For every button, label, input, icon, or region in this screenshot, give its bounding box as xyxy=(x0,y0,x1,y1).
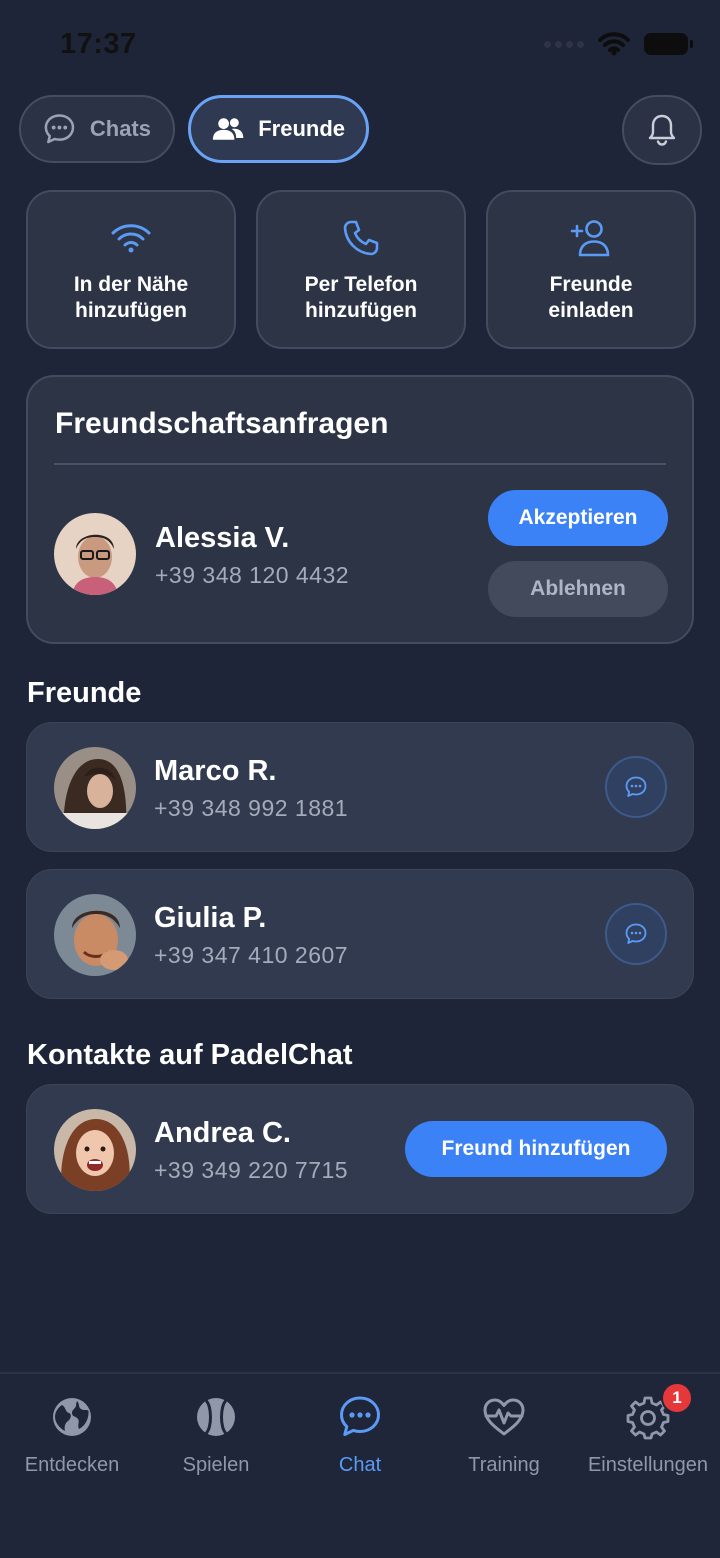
request-name: Alessia V. xyxy=(155,522,290,554)
contacts-heading: Kontakte auf PadelChat xyxy=(27,1039,353,1071)
nav-entdecken[interactable]: Entdecken xyxy=(0,1392,144,1477)
friend-row[interactable]: Marco R. +39 348 992 1881 xyxy=(26,722,694,852)
add-nearby-button[interactable]: In der Nähe hinzufügen xyxy=(26,190,236,349)
invite-friends-button[interactable]: Freunde einladen xyxy=(486,190,696,349)
wifi-status-icon xyxy=(598,32,630,56)
people-icon xyxy=(212,118,244,140)
status-time: 17:37 xyxy=(60,28,137,60)
nav-training[interactable]: Training xyxy=(432,1392,576,1477)
avatar xyxy=(54,747,136,829)
chat-bubble-icon xyxy=(625,923,647,944)
tab-freunde-label: Freunde xyxy=(258,116,345,141)
nav-chat-label: Chat xyxy=(338,1454,382,1476)
friend-phone: +39 348 992 1881 xyxy=(154,795,349,821)
contact-name: Andrea C. xyxy=(154,1117,291,1149)
request-phone: +39 348 120 4432 xyxy=(155,562,350,588)
globe-icon xyxy=(53,1398,91,1436)
nav-spielen[interactable]: Spielen xyxy=(144,1392,288,1477)
avatar xyxy=(54,513,136,595)
avatar xyxy=(54,1109,136,1191)
nav-entdecken-label: Entdecken xyxy=(24,1454,120,1476)
chat-bubble-icon xyxy=(44,114,75,144)
message-friend-button[interactable] xyxy=(605,756,667,818)
nav-einstellungen-label: Einstellungen xyxy=(587,1454,709,1476)
phone-icon xyxy=(343,220,379,256)
nav-training-label: Training xyxy=(468,1454,540,1476)
friend-name: Marco R. xyxy=(154,755,277,787)
bottom-nav: Entdecken Spielen Chat Training 1 Einste… xyxy=(0,1372,720,1558)
add-nearby-label: In der Nähe hinzufügen xyxy=(73,273,189,322)
tennis-ball-icon xyxy=(197,1398,235,1436)
add-by-phone-label: Per Telefon hinzufügen xyxy=(304,273,418,322)
wifi-icon xyxy=(111,224,151,253)
contact-row: Andrea C. +39 349 220 7715 Freund hinzuf… xyxy=(26,1084,694,1214)
invite-friends-label: Freunde einladen xyxy=(548,273,634,322)
nav-spielen-label: Spielen xyxy=(182,1454,250,1476)
contact-phone: +39 349 220 7715 xyxy=(154,1157,349,1183)
top-tabs: Chats Freunde xyxy=(19,95,369,163)
friend-name: Giulia P. xyxy=(154,902,267,934)
notifications-button[interactable] xyxy=(622,95,702,165)
heart-pulse-icon xyxy=(483,1398,525,1436)
notification-badge: 1 xyxy=(661,1382,693,1414)
divider xyxy=(54,463,666,465)
friend-requests-title: Freundschaftsanfragen xyxy=(55,407,389,440)
chat-icon xyxy=(340,1396,380,1436)
tab-chats[interactable]: Chats xyxy=(19,95,175,163)
quick-actions: In der Nähe hinzufügen Per Telefon hinzu… xyxy=(26,190,696,349)
tab-freunde[interactable]: Freunde xyxy=(188,95,369,163)
accept-button[interactable]: Akzeptieren xyxy=(488,490,668,546)
avatar xyxy=(54,894,136,976)
add-friend-button[interactable]: Freund hinzufügen xyxy=(405,1121,667,1177)
friend-row[interactable]: Giulia P. +39 347 410 2607 xyxy=(26,869,694,999)
friend-requests-card: Freundschaftsanfragen Alessia V. +39 348… xyxy=(26,375,694,644)
chat-bubble-icon xyxy=(625,776,647,797)
message-friend-button[interactable] xyxy=(605,903,667,965)
status-bar: 17:37 xyxy=(0,0,720,90)
tab-chats-label: Chats xyxy=(89,116,151,141)
status-icons xyxy=(544,32,693,56)
add-user-icon xyxy=(570,220,610,257)
friend-phone: +39 347 410 2607 xyxy=(154,942,349,968)
add-by-phone-button[interactable]: Per Telefon hinzufügen xyxy=(256,190,466,349)
nav-einstellungen[interactable]: 1 Einstellungen xyxy=(576,1382,720,1477)
cellular-signal-icon xyxy=(544,40,584,48)
nav-chat[interactable]: Chat xyxy=(288,1392,432,1477)
bell-icon xyxy=(648,114,676,146)
friends-heading: Freunde xyxy=(27,677,142,709)
battery-icon xyxy=(644,33,693,55)
decline-button[interactable]: Ablehnen xyxy=(488,561,668,617)
